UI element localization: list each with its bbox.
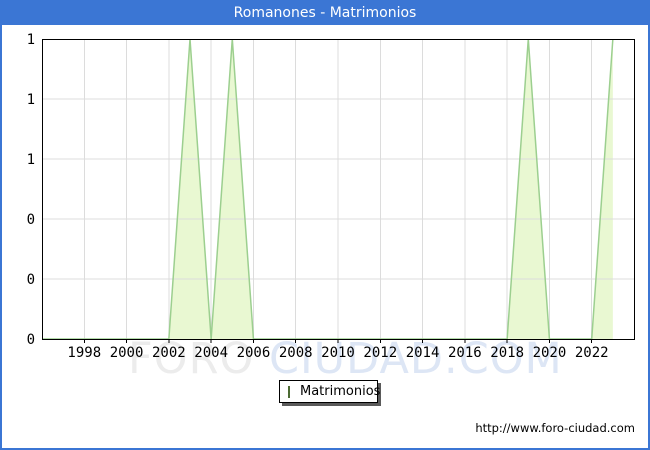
x-tick-label: 2010 [321, 345, 355, 361]
y-tick-label: 1 [27, 92, 35, 108]
x-tick-label: 2014 [406, 345, 440, 361]
area-fill [42, 39, 613, 339]
y-tick-label: 0 [27, 212, 35, 228]
y-tick-label: 1 [27, 152, 35, 168]
x-tick-label: 2004 [194, 345, 228, 361]
y-axis: 0 0 0 1 1 1 [27, 32, 35, 348]
x-tick-label: 2000 [110, 345, 144, 361]
x-tick-label: 2006 [237, 345, 271, 361]
page-title: Romanones - Matrimonios [2, 2, 648, 25]
footer-url: http://www.foro-ciudad.com [475, 421, 635, 435]
y-tick-label: 0 [27, 332, 35, 348]
x-tick-label: 1998 [67, 345, 101, 361]
chart-window: Romanones - Matrimonios FORO CIUDAD.COM … [0, 0, 650, 450]
x-tick-label: 2022 [575, 345, 609, 361]
x-tick-label: 2008 [279, 345, 313, 361]
x-tick-label: 2002 [152, 345, 186, 361]
x-tick-label: 2020 [533, 345, 567, 361]
legend-label: Matrimonios [300, 384, 381, 399]
x-tick-label: 2018 [490, 345, 524, 361]
legend-swatch-icon [288, 385, 290, 398]
x-axis: 1998 2000 2002 2004 2006 2008 2010 2012 2014 2016… [67, 339, 609, 361]
y-tick-label: 1 [27, 32, 35, 48]
x-tick-label: 2012 [363, 345, 397, 361]
y-tick-label: 0 [27, 272, 35, 288]
x-tick-label: 2016 [448, 345, 482, 361]
legend: Matrimonios [279, 380, 381, 403]
